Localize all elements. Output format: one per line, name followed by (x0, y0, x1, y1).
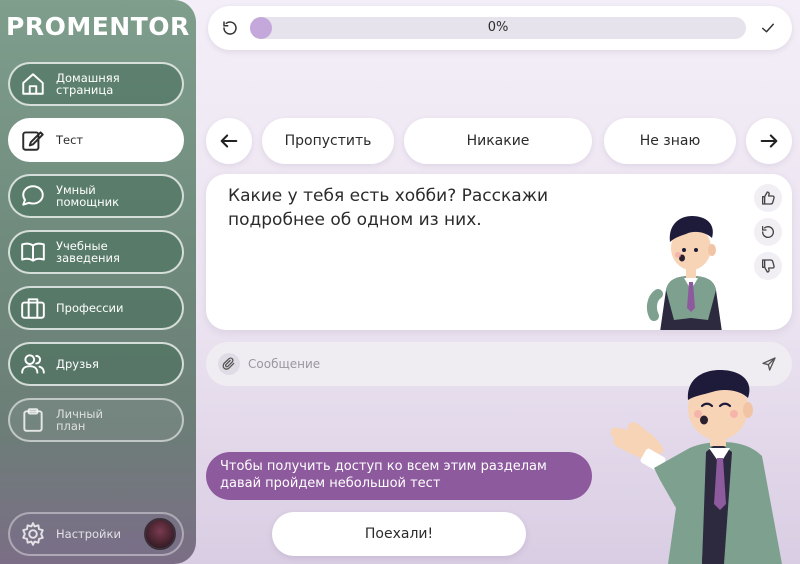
briefcase-icon (20, 295, 46, 321)
sidebar-item-personal-plan[interactable]: Личный план (8, 398, 184, 442)
friends-icon (20, 351, 46, 377)
answer-dont-know-button[interactable]: Не знаю (604, 118, 736, 164)
mentor-mascot-small (646, 216, 722, 330)
back-button[interactable] (206, 118, 252, 164)
sidebar-item-label: Тест (56, 133, 84, 147)
feedback-tools (754, 184, 782, 286)
sidebar-item-label: Личный план (56, 407, 103, 433)
sidebar-item-institutions[interactable]: Учебные заведения (8, 230, 184, 274)
sidebar-item-test[interactable]: Тест (8, 118, 184, 162)
paperclip-icon[interactable] (218, 353, 240, 375)
gear-icon (20, 521, 46, 547)
settings-label: Настройки (56, 527, 121, 541)
app-logo: PROMENTOR (6, 12, 190, 41)
mentor-mascot-large (610, 370, 782, 564)
clipboard-icon (20, 407, 46, 433)
sidebar-item-label: Учебные заведения (56, 239, 120, 265)
thumbs-down-icon[interactable] (754, 252, 782, 280)
sidebar-item-label: Профессии (56, 301, 124, 315)
edit-icon (20, 127, 46, 153)
intro-message-bubble: Чтобы получить доступ ко всем этим разде… (206, 452, 592, 500)
sidebar-item-label: Умный помощник (56, 183, 120, 209)
arrow-right-icon (760, 134, 778, 148)
sidebar-item-settings[interactable]: Настройки (8, 512, 184, 556)
progress-track: 0% (250, 17, 746, 39)
start-test-button[interactable]: Поехали! (272, 512, 526, 556)
book-icon (20, 239, 46, 265)
sidebar-item-friends[interactable]: Друзья (8, 342, 184, 386)
answer-none-button[interactable]: Никакие (404, 118, 592, 164)
avatar[interactable] (144, 518, 176, 550)
thumbs-up-icon[interactable] (754, 184, 782, 212)
regenerate-icon[interactable] (754, 218, 782, 246)
sidebar-item-professions[interactable]: Профессии (8, 286, 184, 330)
progress-value: 0% (487, 20, 509, 35)
progress-bar: 0% (208, 6, 792, 50)
sidebar: PROMENTOR Домашняя страница Тест Умный п… (0, 0, 196, 564)
home-icon (20, 71, 46, 97)
arrow-left-icon (220, 134, 238, 148)
check-icon[interactable] (756, 16, 780, 40)
skip-button[interactable]: Пропустить (262, 118, 394, 164)
sidebar-item-label: Друзья (56, 357, 99, 371)
question-card: Какие у тебя есть хобби? Расскажи подроб… (206, 174, 792, 330)
sidebar-item-assistant[interactable]: Умный помощник (8, 174, 184, 218)
question-text: Какие у тебя есть хобби? Расскажи подроб… (228, 186, 549, 230)
reset-icon[interactable] (218, 16, 242, 40)
chat-icon (20, 183, 46, 209)
next-button[interactable] (746, 118, 792, 164)
sidebar-item-label: Домашняя страница (56, 71, 120, 97)
sidebar-item-home[interactable]: Домашняя страница (8, 62, 184, 106)
